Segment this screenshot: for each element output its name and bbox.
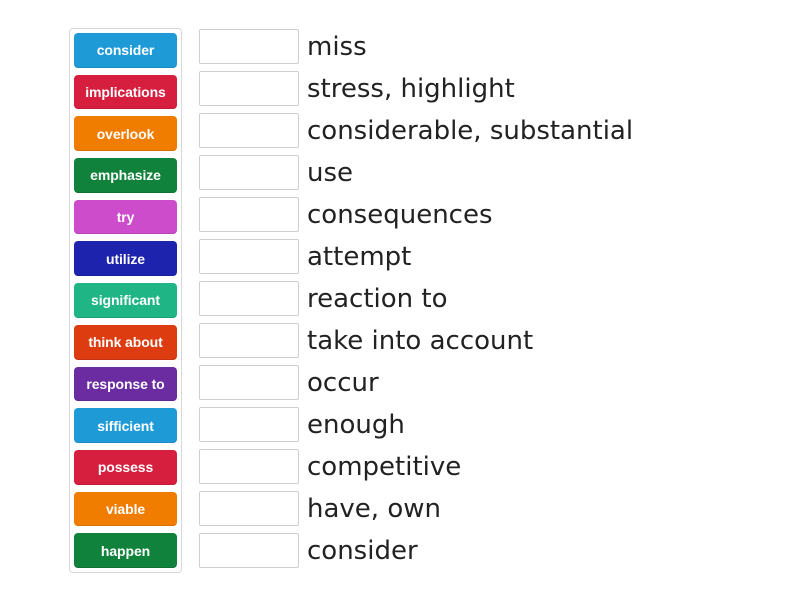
- answer-row: attempt: [199, 239, 789, 274]
- answer-row: consequences: [199, 197, 789, 232]
- definition-text: competitive: [307, 451, 462, 482]
- drop-slot[interactable]: [199, 533, 299, 568]
- match-up-activity-board: consider implications overlook emphasize try…: [0, 0, 800, 600]
- word-tile-tray: consider implications overlook emphasize try…: [69, 28, 182, 573]
- drop-slot[interactable]: [199, 239, 299, 274]
- definition-text: attempt: [307, 241, 412, 272]
- drop-slot[interactable]: [199, 323, 299, 358]
- definition-text: have, own: [307, 493, 441, 524]
- drop-slot[interactable]: [199, 365, 299, 400]
- definition-text: occur: [307, 367, 379, 398]
- answer-row: reaction to: [199, 281, 789, 316]
- word-tile[interactable]: viable: [74, 491, 177, 527]
- word-tile[interactable]: response to: [74, 366, 177, 402]
- word-tile[interactable]: try: [74, 199, 177, 235]
- definition-text: consequences: [307, 199, 493, 230]
- drop-slot[interactable]: [199, 281, 299, 316]
- answer-row: considerable, substantial: [199, 113, 789, 148]
- answer-row: have, own: [199, 491, 789, 526]
- word-tile[interactable]: significant: [74, 283, 177, 318]
- drop-slot[interactable]: [199, 197, 299, 232]
- word-tile[interactable]: utilize: [74, 241, 177, 277]
- drop-slot[interactable]: [199, 113, 299, 148]
- answer-row: stress, highlight: [199, 71, 789, 106]
- definition-text: reaction to: [307, 283, 448, 314]
- answer-row: consider: [199, 533, 789, 568]
- drop-slot[interactable]: [199, 29, 299, 64]
- definition-text: use: [307, 157, 354, 188]
- drop-slot[interactable]: [199, 491, 299, 526]
- definition-text: take into account: [307, 325, 534, 356]
- word-tile[interactable]: possess: [74, 449, 177, 485]
- word-tile[interactable]: consider: [74, 33, 177, 68]
- word-tile[interactable]: think about: [74, 324, 177, 360]
- answer-row: miss: [199, 29, 789, 64]
- answer-row: competitive: [199, 449, 789, 484]
- answer-row: take into account: [199, 323, 789, 358]
- definition-text: enough: [307, 409, 405, 440]
- word-tile[interactable]: happen: [74, 533, 177, 568]
- word-tile[interactable]: overlook: [74, 116, 177, 152]
- definition-text: stress, highlight: [307, 73, 515, 104]
- definition-text: miss: [307, 31, 367, 62]
- word-tile[interactable]: emphasize: [74, 158, 177, 193]
- drop-slot[interactable]: [199, 71, 299, 106]
- definition-text: considerable, substantial: [307, 115, 634, 146]
- definition-text: consider: [307, 535, 418, 566]
- answer-row: enough: [199, 407, 789, 442]
- word-tile[interactable]: sifficient: [74, 408, 177, 443]
- answer-row: use: [199, 155, 789, 190]
- drop-slot[interactable]: [199, 155, 299, 190]
- answer-row-list: miss stress, highlight considerable, subst…: [199, 29, 789, 568]
- drop-slot[interactable]: [199, 449, 299, 484]
- answer-row: occur: [199, 365, 789, 400]
- drop-slot[interactable]: [199, 407, 299, 442]
- word-tile[interactable]: implications: [74, 74, 177, 110]
